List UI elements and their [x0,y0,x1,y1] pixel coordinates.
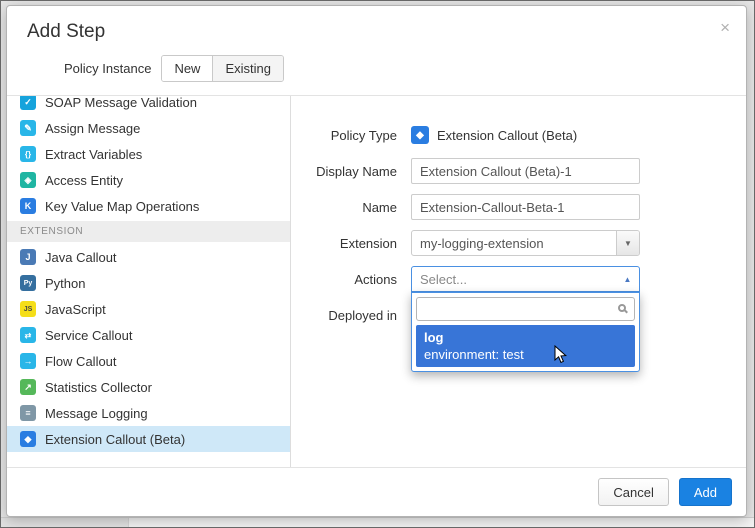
javascript-icon [20,301,36,317]
policy-type-value: Extension Callout (Beta) [411,126,577,144]
dropdown-search-wrap [416,297,635,321]
policy-type-text: Extension Callout (Beta) [437,128,577,143]
display-name-label: Display Name [297,164,397,179]
extension-select[interactable]: my-logging-extension [411,230,640,256]
sidebar-item-soap-message-validation[interactable]: SOAP Message Validation [7,96,290,115]
policy-type-row: Policy Type Extension Callout (Beta) [297,122,746,148]
extension-label: Extension [297,236,397,251]
chevron-up-icon [616,275,639,284]
statistics-collector-icon [20,379,36,395]
close-icon[interactable]: × [720,19,730,36]
policy-form: Policy Type Extension Callout (Beta) Dis… [291,96,746,467]
key-value-map-operations-icon [20,198,36,214]
sidebar-item-flow-callout[interactable]: Flow Callout [7,348,290,374]
actions-select[interactable]: Select... [411,266,640,292]
chevron-down-icon [616,231,639,255]
extension-callout-icon [411,126,429,144]
extension-section-header: EXTENSION [7,221,290,242]
soap-message-validation-icon [20,96,36,110]
flow-callout-icon [20,353,36,369]
sidebar-item-access-entity[interactable]: Access Entity [7,167,290,193]
policy-instance-new-button[interactable]: New [162,56,212,81]
access-entity-icon [20,172,36,188]
sidebar-item-label: Key Value Map Operations [45,199,199,214]
sidebar-item-message-logging[interactable]: Message Logging [7,400,290,426]
sidebar-item-extension-callout-beta[interactable]: Extension Callout (Beta) [7,426,290,452]
policy-instance-row: Policy Instance New Existing [7,55,746,95]
display-name-row: Display Name [297,158,746,184]
display-name-input[interactable] [411,158,640,184]
name-label: Name [297,200,397,215]
extension-row: Extension my-logging-extension [297,230,746,256]
name-input[interactable] [411,194,640,220]
sidebar-item-label: Java Callout [45,250,117,265]
sidebar-item-statistics-collector[interactable]: Statistics Collector [7,374,290,400]
sidebar-item-label: Access Entity [45,173,123,188]
add-step-modal: Add Step × Policy Instance New Existing … [6,5,747,517]
extension-select-value: my-logging-extension [412,236,616,251]
option-subtitle: environment: test [424,346,627,363]
sidebar-item-label: Message Logging [45,406,148,421]
actions-row: Actions Select... log environment: t [297,266,746,292]
modal-title: Add Step [27,21,726,43]
assign-message-icon [20,120,36,136]
sidebar-item-python[interactable]: Python [7,270,290,296]
sidebar-item-service-callout[interactable]: Service Callout [7,322,290,348]
policy-list: SOAP Message Validation Assign Message E… [7,96,290,452]
policy-instance-label: Policy Instance [64,61,151,76]
sidebar-item-label: Extract Variables [45,147,142,162]
sidebar-item-label: Service Callout [45,328,132,343]
extract-variables-icon [20,146,36,162]
sidebar-item-java-callout[interactable]: Java Callout [7,244,290,270]
sidebar-item-label: SOAP Message Validation [45,96,197,110]
sidebar-item-label: JavaScript [45,302,106,317]
sidebar-item-javascript[interactable]: JavaScript [7,296,290,322]
actions-select-value: Select... [412,272,616,287]
search-icon [618,304,626,312]
name-row: Name [297,194,746,220]
sidebar-item-label: Python [45,276,85,291]
policy-instance-existing-button[interactable]: Existing [212,56,283,81]
sidebar-item-label: Assign Message [45,121,140,136]
background-page-cell [128,518,754,527]
add-button[interactable]: Add [679,478,732,506]
sidebar-item-extract-variables[interactable]: Extract Variables [7,141,290,167]
policy-instance-toggle: New Existing [161,55,284,82]
sidebar-item-key-value-map-operations[interactable]: Key Value Map Operations [7,193,290,219]
sidebar-item-assign-message[interactable]: Assign Message [7,115,290,141]
message-logging-icon [20,405,36,421]
java-callout-icon [20,249,36,265]
option-title: log [424,329,627,346]
python-icon [20,275,36,291]
cancel-button[interactable]: Cancel [598,478,668,506]
actions-label: Actions [297,272,397,287]
policy-list-sidebar: SOAP Message Validation Assign Message E… [7,96,291,467]
modal-footer: Cancel Add [7,467,746,516]
actions-dropdown-wrap: Select... log environment: test [411,266,640,292]
modal-header: Add Step × [7,6,746,55]
service-callout-icon [20,327,36,343]
actions-dropdown-panel: log environment: test [411,292,640,372]
modal-body: SOAP Message Validation Assign Message E… [7,95,746,467]
dropdown-search-input[interactable] [416,297,635,321]
sidebar-item-label: Statistics Collector [45,380,152,395]
deployed-in-label: Deployed in [297,308,397,323]
policy-type-label: Policy Type [297,128,397,143]
sidebar-item-label: Flow Callout [45,354,117,369]
dropdown-option-log[interactable]: log environment: test [416,325,635,367]
extension-callout-icon [20,431,36,447]
sidebar-item-label: Extension Callout (Beta) [45,432,185,447]
